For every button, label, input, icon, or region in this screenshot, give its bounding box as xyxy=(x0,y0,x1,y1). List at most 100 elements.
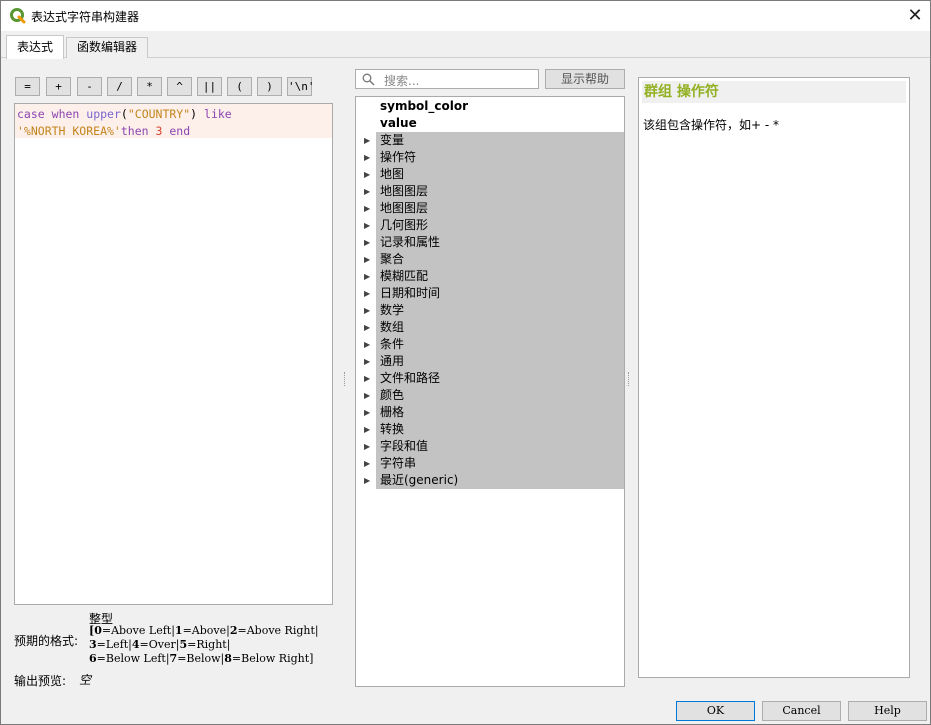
help-title: 群组 操作符 xyxy=(642,81,906,103)
expand-arrow-icon[interactable]: ▶ xyxy=(364,234,372,251)
tree-group[interactable]: ▶ 栅格 xyxy=(364,404,624,421)
help-panel: 群组 操作符 该组包含操作符，如+ - * xyxy=(638,77,910,678)
tree-group[interactable]: ▶ 数组 xyxy=(364,319,624,336)
expand-arrow-icon[interactable]: ▶ xyxy=(364,183,372,200)
tree-group[interactable]: ▶ 地图 xyxy=(364,166,624,183)
format-text: =Below Right] xyxy=(231,652,314,665)
expand-arrow-icon[interactable]: ▶ xyxy=(364,404,372,421)
help-description: 该组包含操作符，如+ - * xyxy=(643,118,780,132)
ok-button[interactable]: OK xyxy=(676,701,755,721)
operator-newline-button[interactable]: '\n' xyxy=(287,77,315,96)
format-code: 4 xyxy=(131,638,140,651)
tree-group-label: 地图图层 xyxy=(380,184,429,198)
expand-arrow-icon[interactable]: ▶ xyxy=(364,285,372,302)
tree-group[interactable]: ▶ 操作符 xyxy=(364,149,624,166)
expression-editor[interactable]: case when upper("COUNTRY") like '%NORTH … xyxy=(14,103,333,605)
tree-group[interactable]: ▶ 数学 xyxy=(364,302,624,319)
tab-expression[interactable]: 表达式 xyxy=(6,35,65,59)
tree-group[interactable]: ▶ 模糊匹配 xyxy=(364,268,624,285)
format-code: 6 xyxy=(89,652,97,665)
expand-arrow-icon[interactable]: ▶ xyxy=(364,336,372,353)
tree-group[interactable]: ▶ 变量 xyxy=(364,132,624,149)
qgis-logo-icon xyxy=(10,8,26,24)
tree-group-label: 记录和属性 xyxy=(380,235,441,249)
search-input[interactable]: 搜索... xyxy=(355,69,539,89)
tree-group-label: 地图图层 xyxy=(380,201,429,215)
tree-group-label: 地图 xyxy=(380,167,405,181)
tree-group-label: 数组 xyxy=(380,320,405,334)
tree-group[interactable]: ▶ 地图图层 xyxy=(364,183,624,200)
expand-arrow-icon[interactable]: ▶ xyxy=(364,166,372,183)
operator-multiply-button[interactable]: * xyxy=(137,77,162,96)
cancel-button[interactable]: Cancel xyxy=(762,701,841,721)
tree-group[interactable]: ▶ 条件 xyxy=(364,336,624,353)
title-bar: 表达式字符串构建器 ✕ xyxy=(1,1,930,31)
operator-equals-button[interactable]: = xyxy=(15,77,40,96)
show-help-button[interactable]: 显示帮助 xyxy=(545,69,625,89)
tree-group[interactable]: ▶ 字段和值 xyxy=(364,438,624,455)
help-button[interactable]: Help xyxy=(848,701,927,721)
tree-group-label: 日期和时间 xyxy=(380,286,441,300)
expand-arrow-icon[interactable]: ▶ xyxy=(364,132,372,149)
format-code: 1 xyxy=(174,624,183,637)
tree-group-label: 变量 xyxy=(380,133,405,147)
expand-arrow-icon[interactable]: ▶ xyxy=(364,319,372,336)
tree-group[interactable]: ▶ 几何图形 xyxy=(364,217,624,234)
window-title: 表达式字符串构建器 xyxy=(31,10,140,24)
tree-group-label: 聚合 xyxy=(380,252,405,266)
expand-arrow-icon[interactable]: ▶ xyxy=(364,455,372,472)
expand-arrow-icon[interactable]: ▶ xyxy=(364,217,372,234)
format-text: =Below| xyxy=(177,652,225,665)
operator-close-paren-button[interactable]: ) xyxy=(257,77,282,96)
tree-group[interactable]: ▶ 日期和时间 xyxy=(364,285,624,302)
tree-group[interactable]: ▶ 通用 xyxy=(364,353,624,370)
right-splitter-handle[interactable] xyxy=(628,372,631,386)
tree-group[interactable]: ▶ 记录和属性 xyxy=(364,234,624,251)
expand-arrow-icon[interactable]: ▶ xyxy=(364,302,372,319)
close-icon: ✕ xyxy=(907,5,923,26)
tree-item-symbol-color[interactable]: symbol_color xyxy=(356,98,624,115)
operator-minus-button[interactable]: - xyxy=(77,77,102,96)
expand-arrow-icon[interactable]: ▶ xyxy=(364,387,372,404)
operator-concat-button[interactable]: || xyxy=(197,77,222,96)
tree-group[interactable]: ▶ 字符串 xyxy=(364,455,624,472)
expression-code: case when upper("COUNTRY") like '%NORTH … xyxy=(17,107,232,138)
tree-item-value[interactable]: value xyxy=(356,115,624,132)
tree-group[interactable]: ▶ 最近(generic) xyxy=(364,472,624,489)
function-tree[interactable]: symbol_color value ▶ 变量 ▶ 操作符 ▶ 地图 ▶ 地图图层 ▶ 地图图层 ▶ 几何… xyxy=(355,96,625,687)
format-text: =Above Left| xyxy=(101,624,175,637)
expand-arrow-icon[interactable]: ▶ xyxy=(364,438,372,455)
expand-arrow-icon[interactable]: ▶ xyxy=(364,251,372,268)
tree-group-label: 通用 xyxy=(380,354,405,368)
tree-group[interactable]: ▶ 地图图层 xyxy=(364,200,624,217)
format-text: =Over| xyxy=(139,638,180,651)
format-text: =Above| xyxy=(182,624,230,637)
expand-arrow-icon[interactable]: ▶ xyxy=(364,149,372,166)
tree-group-label: 字段和值 xyxy=(380,439,429,453)
tree-group-label: 数学 xyxy=(380,303,405,317)
expression-builder-dialog: 表达式字符串构建器 ✕ 表达式 函数编辑器 = + - / * ^ || ( )… xyxy=(0,0,931,725)
output-preview-label: 输出预览: xyxy=(14,674,67,688)
tree-group[interactable]: ▶ 文件和路径 xyxy=(364,370,624,387)
expand-arrow-icon[interactable]: ▶ xyxy=(364,353,372,370)
format-line-3: 6=Below Left|7=Below|8=Below Right] xyxy=(89,652,313,666)
operator-open-paren-button[interactable]: ( xyxy=(227,77,252,96)
operator-plus-button[interactable]: + xyxy=(46,77,71,96)
tree-group[interactable]: ▶ 转换 xyxy=(364,421,624,438)
search-icon xyxy=(362,73,375,86)
expand-arrow-icon[interactable]: ▶ xyxy=(364,200,372,217)
tab-function-editor[interactable]: 函数编辑器 xyxy=(66,37,149,58)
format-line-2: 3=Left|4=Over|5=Right| xyxy=(89,638,230,652)
expand-arrow-icon[interactable]: ▶ xyxy=(364,421,372,438)
left-splitter-handle[interactable] xyxy=(344,372,347,386)
operator-power-button[interactable]: ^ xyxy=(167,77,192,96)
format-text: =Above Right| xyxy=(237,624,319,637)
expand-arrow-icon[interactable]: ▶ xyxy=(364,370,372,387)
tree-group[interactable]: ▶ 聚合 xyxy=(364,251,624,268)
expand-arrow-icon[interactable]: ▶ xyxy=(364,268,372,285)
close-button[interactable]: ✕ xyxy=(900,1,930,31)
operator-divide-button[interactable]: / xyxy=(107,77,132,96)
expected-format-label: 预期的格式: xyxy=(14,634,79,648)
expand-arrow-icon[interactable]: ▶ xyxy=(364,472,372,489)
tree-group[interactable]: ▶ 颜色 xyxy=(364,387,624,404)
